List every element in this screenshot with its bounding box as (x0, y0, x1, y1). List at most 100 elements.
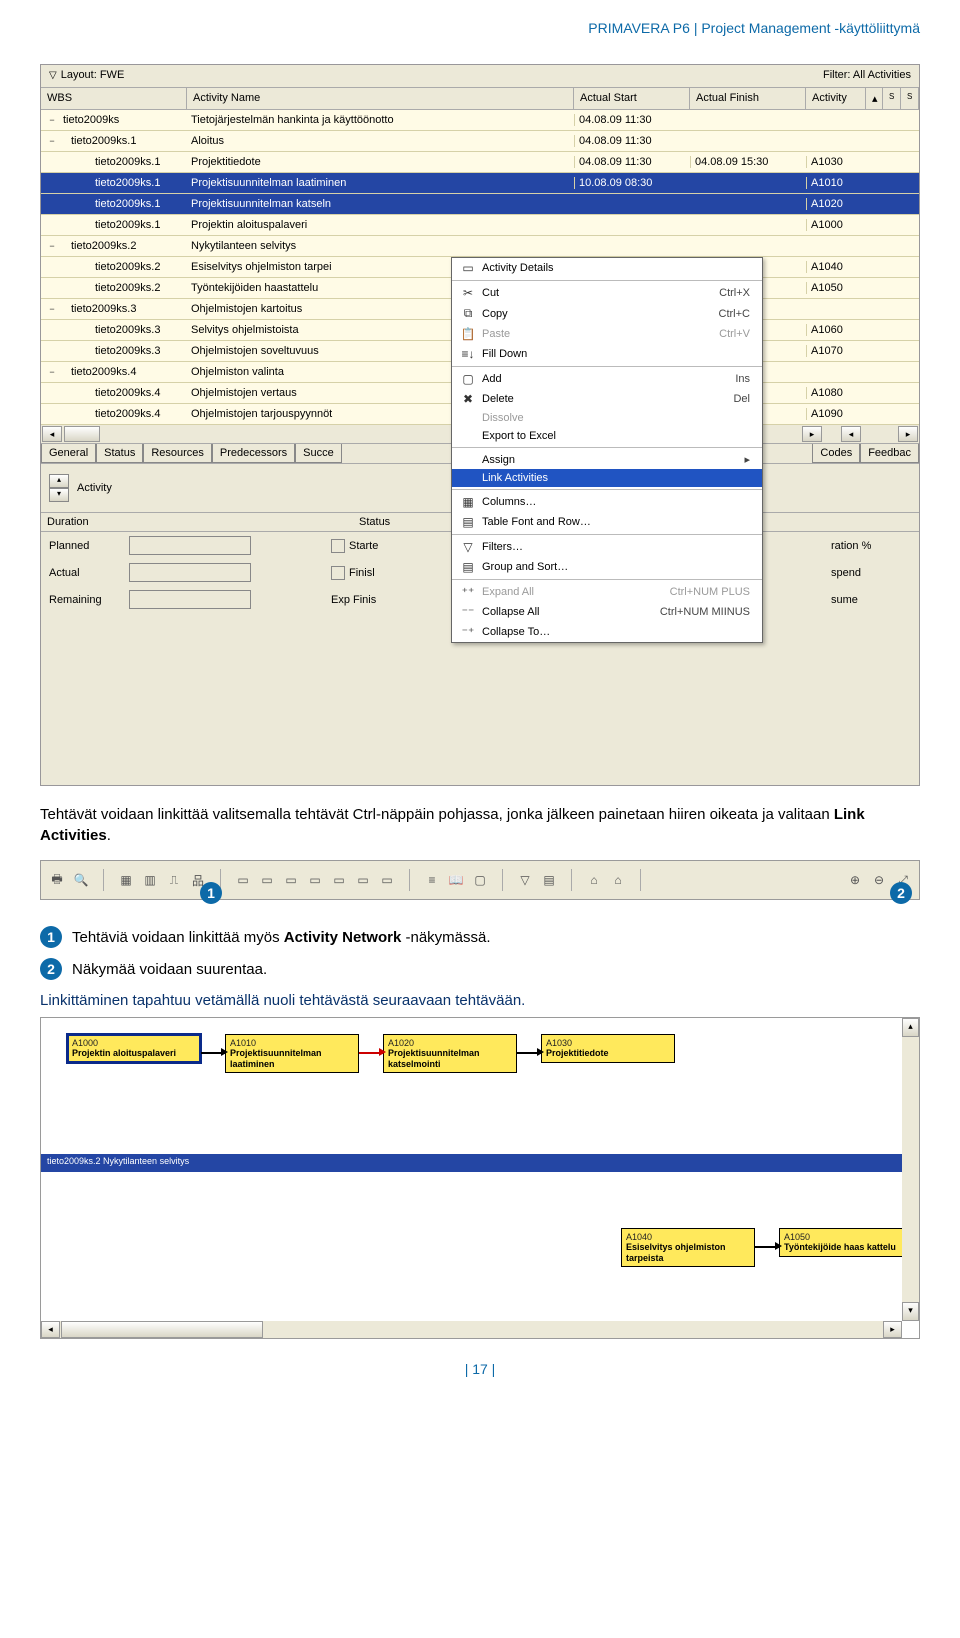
col-actual-start[interactable]: Actual Start (574, 88, 690, 109)
actual-field[interactable] (129, 563, 251, 582)
preview-icon[interactable]: 🔍 (71, 870, 91, 890)
ctx-filters[interactable]: ▽Filters… (452, 537, 762, 557)
split-icon[interactable]: ▥ (140, 870, 160, 890)
sume-label: sume (831, 594, 911, 606)
tree-toggle[interactable]: − (45, 115, 59, 125)
col-activity[interactable]: Activity (806, 88, 866, 109)
detail7-icon[interactable]: ▭ (377, 870, 397, 890)
paste-icon: 📋 (458, 327, 478, 341)
network-hscroll[interactable]: ◂ ▸ (41, 1321, 902, 1338)
actual-start-cell: 04.08.09 11:30 (574, 114, 690, 126)
node-a1020[interactable]: A1020Projektisuunnitelman katselmointi (383, 1034, 517, 1073)
filter-icon[interactable]: ▽ (515, 870, 535, 890)
scroll-right-icon[interactable]: ▸ (898, 426, 918, 442)
context-menu: ▭Activity Details ✂CutCtrl+X ⧉CopyCtrl+C… (451, 257, 763, 643)
table-row[interactable]: tieto2009ks.1Projektisuunnitelman katsel… (41, 194, 919, 215)
scroll-thumb[interactable] (61, 1321, 263, 1338)
zoom-in-icon[interactable]: ⊕ (845, 870, 865, 890)
tree-toggle[interactable]: − (45, 241, 59, 251)
scroll-left-icon[interactable]: ◂ (41, 1321, 60, 1338)
ctx-export-excel[interactable]: Export to Excel (452, 427, 762, 445)
ctx-table-font[interactable]: ▤Table Font and Row… (452, 512, 762, 532)
detail1-icon[interactable]: ▭ (233, 870, 253, 890)
remaining-field[interactable] (129, 590, 251, 609)
wbs2-icon[interactable]: ⌂ (608, 870, 628, 890)
ctx-collapse-to[interactable]: ⁻⁺Collapse To… (452, 622, 762, 642)
activity-network[interactable]: A1000Projektin aloituspalaveri A1010Proj… (40, 1017, 920, 1339)
scroll-up-icon[interactable]: ▴ (902, 1018, 919, 1037)
ctx-assign[interactable]: Assign▸ (452, 450, 762, 469)
book-icon[interactable]: 📖 (446, 870, 466, 890)
tab-predecessors[interactable]: Predecessors (212, 444, 295, 463)
node-a1050[interactable]: A1050Työntekijöide haas kattelu (779, 1228, 913, 1257)
tab-codes[interactable]: Codes (812, 444, 860, 463)
table-row[interactable]: −tieto2009ks.2Nykytilanteen selvitys (41, 236, 919, 257)
tree-toggle[interactable]: − (45, 304, 59, 314)
wbs-icon[interactable]: ⌂ (584, 870, 604, 890)
scroll-left-icon[interactable]: ◂ (42, 426, 62, 442)
grid-icon[interactable]: ▦ (116, 870, 136, 890)
scroll-left-icon[interactable]: ◂ (841, 426, 861, 442)
tree-toggle[interactable]: − (45, 136, 59, 146)
table-row[interactable]: tieto2009ks.1Projektitiedote04.08.09 11:… (41, 152, 919, 173)
align-icon[interactable]: ≡ (422, 870, 442, 890)
box-icon[interactable]: ▢ (470, 870, 490, 890)
collapse-to-icon: ⁻⁺ (458, 625, 478, 639)
network-vscroll[interactable]: ▴ ▾ (902, 1018, 919, 1321)
ctx-copy[interactable]: ⧉CopyCtrl+C (452, 303, 762, 324)
detail3-icon[interactable]: ▭ (281, 870, 301, 890)
table-row[interactable]: tieto2009ks.1Projektisuunnitelman laatim… (41, 173, 919, 194)
tree-toggle[interactable]: − (45, 367, 59, 377)
planned-field[interactable] (129, 536, 251, 555)
col-wbs[interactable]: WBS (41, 88, 187, 109)
detail4-icon[interactable]: ▭ (305, 870, 325, 890)
activity-id-cell: A1060 (806, 324, 866, 336)
table-row[interactable]: −tieto2009ksTietojärjestelmän hankinta j… (41, 110, 919, 131)
col-s1[interactable]: S (883, 88, 901, 109)
tab-feedbac[interactable]: Feedbac (860, 444, 919, 463)
toolbar-divider (640, 869, 641, 891)
activity-up-button[interactable]: ▴ (49, 474, 69, 488)
started-checkbox[interactable] (331, 539, 345, 553)
layout-label[interactable]: ▽Layout: FWE (49, 69, 124, 81)
scroll-down-icon[interactable]: ▾ (902, 1302, 919, 1321)
tab-status[interactable]: Status (96, 444, 143, 463)
detail2-icon[interactable]: ▭ (257, 870, 277, 890)
ctx-group-sort[interactable]: ▤Group and Sort… (452, 557, 762, 577)
zoom-out-icon[interactable]: ⊖ (869, 870, 889, 890)
ctx-delete[interactable]: ✖DeleteDel (452, 389, 762, 409)
ctx-separator (452, 447, 762, 448)
table-row[interactable]: −tieto2009ks.1Aloitus04.08.09 11:30 (41, 131, 919, 152)
col-s2[interactable]: S (901, 88, 919, 109)
sort-icon[interactable]: ▤ (539, 870, 559, 890)
scroll-right-icon[interactable]: ▸ (802, 426, 822, 442)
scroll-right-icon[interactable]: ▸ (883, 1321, 902, 1338)
detail6-icon[interactable]: ▭ (353, 870, 373, 890)
wbs-cell: tieto2009ks.1 (61, 135, 187, 147)
node-a1010[interactable]: A1010Projektisuunnitelman laatiminen (225, 1034, 359, 1073)
print-icon[interactable]: 🖶 (47, 870, 67, 890)
scroll-up-icon[interactable]: ▴ (866, 88, 883, 109)
ctx-collapse-all[interactable]: ⁻⁻Collapse AllCtrl+NUM MIINUS (452, 602, 762, 622)
table-row[interactable]: tieto2009ks.1Projektin aloituspalaveriA1… (41, 215, 919, 236)
tab-general[interactable]: General (41, 444, 96, 463)
chart-icon[interactable]: ⎍ (164, 870, 184, 890)
tab-resources[interactable]: Resources (143, 444, 212, 463)
ctx-columns[interactable]: ▦Columns… (452, 492, 762, 512)
ctx-add[interactable]: ▢AddIns (452, 369, 762, 389)
ctx-cut[interactable]: ✂CutCtrl+X (452, 283, 762, 303)
ctx-fill-down[interactable]: ≡↓Fill Down (452, 344, 762, 364)
tab-succe[interactable]: Succe (295, 444, 342, 463)
ctx-activity-details[interactable]: ▭Activity Details (452, 258, 762, 278)
activity-down-button[interactable]: ▾ (49, 488, 69, 502)
node-a1040[interactable]: A1040Esiselvitys ohjelmiston tarpeista (621, 1228, 755, 1267)
ctx-link-activities[interactable]: Link Activities (452, 469, 762, 487)
detail5-icon[interactable]: ▭ (329, 870, 349, 890)
scroll-thumb[interactable] (64, 426, 100, 442)
activity-id-cell: A1020 (806, 198, 866, 210)
finished-checkbox[interactable] (331, 566, 345, 580)
col-actual-finish[interactable]: Actual Finish (690, 88, 806, 109)
node-a1030[interactable]: A1030Projektitiedote (541, 1034, 675, 1063)
col-activity-name[interactable]: Activity Name (187, 88, 574, 109)
node-a1000[interactable]: A1000Projektin aloituspalaveri (67, 1034, 201, 1063)
